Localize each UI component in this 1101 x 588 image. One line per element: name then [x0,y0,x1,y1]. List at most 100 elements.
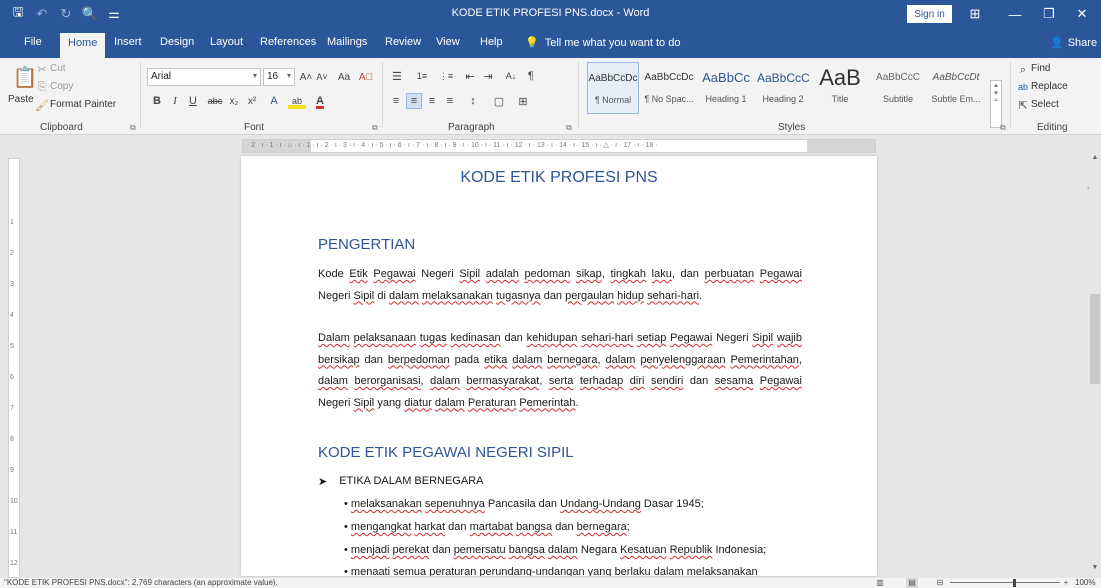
misspelled-word[interactable]: sehari-hari [647,290,699,302]
style-title[interactable]: AaB Title [814,62,866,114]
scroll-down-icon[interactable]: ▼ [1090,564,1100,574]
misspelled-word[interactable]: tugasnya [496,290,541,302]
misspelled-word[interactable]: dalam [389,290,419,302]
horizontal-ruler[interactable]: · 2 · ı · 1 · ı · ⌂ · ı · 1 · ı · 2 · ı … [242,139,876,153]
misspelled-word[interactable]: kehidupan [527,332,578,344]
misspelled-word[interactable]: terhadap [580,375,623,387]
zoom-level[interactable]: 100% [1075,578,1095,588]
vertical-scrollbar[interactable]: ▲ ▼ [1089,144,1101,578]
tab-help[interactable]: Help [480,36,503,48]
misspelled-word[interactable]: hidup [617,290,644,302]
read-mode-icon[interactable]: ▥ [874,578,886,588]
zoom-slider[interactable] [950,582,1060,583]
misspelled-word[interactable]: perundang-undangan [479,566,584,576]
misspelled-word[interactable]: pemersatu [454,544,506,556]
zoom-in-icon[interactable]: + [1060,578,1072,588]
paste-icon[interactable]: 📋 [12,62,38,92]
misspelled-word[interactable]: bernegara [547,354,597,366]
tab-file[interactable]: File [24,36,42,48]
misspelled-word[interactable]: dalam [548,544,578,556]
zoom-slider-thumb[interactable] [1013,579,1016,587]
sign-in-button[interactable]: Sign in [907,5,952,23]
tab-home[interactable]: Home [60,33,106,58]
justify-icon[interactable]: ≡ [442,93,458,109]
align-right-icon[interactable]: ≡ [424,93,440,109]
font-family-select[interactable]: Arial ▾ [147,68,261,86]
misspelled-word[interactable]: sesama [715,375,754,387]
misspelled-word[interactable]: berlaku [615,566,651,576]
misspelled-word[interactable]: pergaulan [565,290,614,302]
misspelled-word[interactable]: menaati [351,566,390,576]
misspelled-word[interactable]: Peraturan [468,397,516,409]
misspelled-word[interactable]: sikap [576,268,602,280]
undo-icon[interactable]: ↶ [32,4,52,24]
styles-launcher-icon[interactable]: ⧉ [1000,123,1006,133]
misspelled-word[interactable]: dalam [512,354,542,366]
misspelled-word[interactable]: kedinasan [451,332,501,344]
style-subtitle[interactable]: AaBbCcC Subtitle [872,62,924,114]
misspelled-word[interactable]: sepenuhnya [425,498,485,510]
misspelled-word[interactable]: Pegawai [670,332,712,344]
format-painter-button[interactable]: Format Painter [50,99,116,110]
web-layout-icon[interactable]: ⊟ [934,578,946,588]
cut-button[interactable]: Cut [50,63,66,74]
sort-icon[interactable]: A↓ [502,68,520,84]
change-case-icon[interactable]: Aa [334,69,354,85]
print-preview-icon[interactable]: 🔍 [80,4,100,24]
bullets-icon[interactable]: ☰ [388,68,406,84]
style-heading-1[interactable]: AaBbCc Heading 1 [700,62,752,114]
superscript-icon[interactable]: x² [244,93,260,109]
font-launcher-icon[interactable]: ⧉ [372,123,378,133]
misspelled-word[interactable]: diatur [404,397,432,409]
borders-icon[interactable]: ⊞ [514,93,532,109]
format-painter-icon[interactable]: 🖌 [35,98,49,112]
customize-qat-icon[interactable]: ⚌ [104,4,124,24]
style-heading-2[interactable]: AaBbCcC Heading 2 [757,62,809,114]
misspelled-word[interactable]: dalam [430,375,460,387]
increase-indent-icon[interactable]: ⇥ [480,68,496,84]
misspelled-word[interactable]: Sipil [459,268,480,280]
misspelled-word[interactable]: dalam [605,354,635,366]
tab-design[interactable]: Design [160,36,194,48]
underline-icon[interactable]: U [186,93,200,109]
misspelled-word[interactable]: Pemerintahan [730,354,799,366]
misspelled-word[interactable]: bermasyarakat [467,375,540,387]
misspelled-word[interactable]: berpedoman [388,354,450,366]
misspelled-word[interactable]: laku [652,268,672,280]
document-page[interactable]: KODE ETIK PROFESI PNS PENGERTIAN Kode Et… [241,156,877,576]
minimize-icon[interactable]: — [1004,4,1026,24]
bold-icon[interactable]: B [150,93,164,109]
misspelled-word[interactable]: Pegawai [373,268,415,280]
paste-button[interactable]: Paste [8,94,34,105]
misspelled-word[interactable]: Sipil [353,397,374,409]
decrease-indent-icon[interactable]: ⇤ [462,68,478,84]
tab-mailings[interactable]: Mailings [327,36,367,48]
misspelled-word[interactable]: peraturan [429,566,476,576]
styles-gallery-scroll[interactable]: ▴ ▾ ⩡ [990,80,1002,128]
misspelled-word[interactable]: Sipil [353,290,374,302]
copy-button[interactable]: Copy [50,81,73,92]
misspelled-word[interactable]: Pegawai [760,375,802,387]
misspelled-word[interactable]: penyelenggaraan [640,354,725,366]
multilevel-list-icon[interactable]: ⋮≡ [436,68,456,84]
numbering-icon[interactable]: 1≡ [412,68,432,84]
misspelled-word[interactable]: dalam [318,375,348,387]
misspelled-word[interactable]: Sipil [752,332,773,344]
redo-icon[interactable]: ↻ [56,4,76,24]
misspelled-word[interactable]: Republik [670,544,713,556]
misspelled-word[interactable]: dalam [654,566,684,576]
clipboard-launcher-icon[interactable]: ⧉ [130,123,136,133]
misspelled-word[interactable]: perekat [393,544,430,556]
align-center-icon[interactable]: ≡ [406,93,422,109]
cut-icon[interactable]: ✂ [36,62,48,76]
style-normal[interactable]: AaBbCcDc ¶ Normal [587,62,639,114]
misspelled-word[interactable]: mengangkat [351,521,412,533]
style-no-spacing[interactable]: AaBbCcDc ¶ No Spac... [643,62,695,114]
misspelled-word[interactable]: Dalam [318,332,350,344]
save-icon[interactable]: 🖫 [8,4,28,24]
vertical-ruler[interactable]: 12345678910111213 [8,158,20,578]
highlight-icon[interactable]: ab [288,93,306,109]
tab-view[interactable]: View [436,36,460,48]
misspelled-word[interactable]: adalah [486,268,519,280]
text-effects-icon[interactable]: A [266,93,282,109]
